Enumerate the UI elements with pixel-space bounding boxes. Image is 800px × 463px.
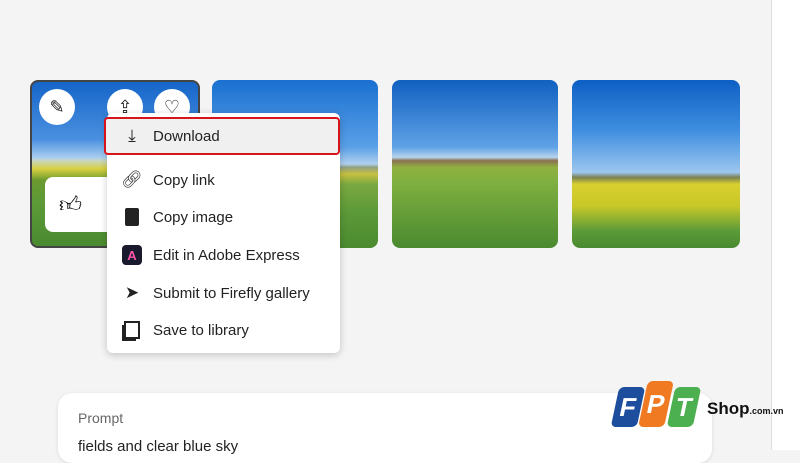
menu-item-edit-adobe-express[interactable]: A Edit in Adobe Express [107, 236, 340, 274]
prompt-label: Prompt [78, 410, 124, 426]
thumbs-up-icon[interactable]: 👍︎ [59, 191, 82, 218]
menu-item-submit-gallery[interactable]: ➤ Submit to Firefly gallery [107, 274, 340, 312]
send-icon: ➤ [124, 283, 140, 302]
adobe-express-icon: A [121, 244, 143, 266]
menu-item-copy-image[interactable]: Copy image [107, 198, 340, 236]
menu-item-copy-link[interactable]: 🔗︎ Copy link [107, 161, 340, 199]
prompt-text: fields and clear blue sky [78, 438, 239, 455]
download-icon: ⤓ [128, 126, 136, 145]
share-menu: ⤓ Download 🔗︎ Copy link Copy image A Edit i… [104, 113, 340, 353]
pencil-icon[interactable]: ✎ [39, 89, 75, 125]
menu-item-download[interactable]: ⤓ Download [104, 117, 340, 155]
feedback-card: 👍︎ [45, 177, 115, 232]
fpt-shop-watermark: F P T Shop.com.vn [610, 381, 784, 427]
menu-item-save-library[interactable]: Save to library [107, 311, 340, 349]
prompt-card: Prompt fields and clear blue sky [58, 393, 712, 463]
library-icon [121, 319, 143, 341]
clipboard-icon [121, 206, 143, 228]
image-tile-3[interactable] [392, 80, 558, 248]
link-icon: 🔗︎ [121, 170, 143, 189]
image-tile-4[interactable] [572, 80, 740, 248]
